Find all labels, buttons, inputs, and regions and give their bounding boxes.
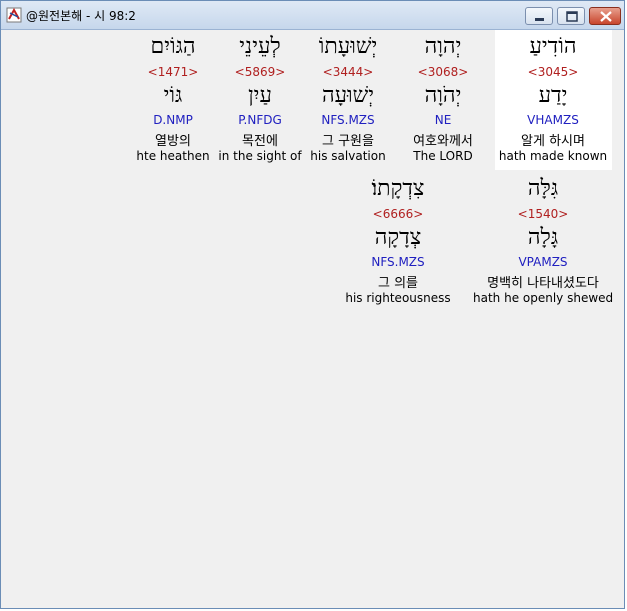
hebrew-word: צִדְקָתוֹ׃ bbox=[371, 176, 425, 201]
korean-gloss: 알게 하시며 bbox=[521, 134, 585, 149]
strong-number[interactable]: <6666> bbox=[342, 207, 454, 221]
hebrew-word: הוֹדִיעַ bbox=[529, 34, 577, 59]
english-gloss: hte heathen bbox=[136, 149, 210, 163]
english-gloss: hath made known bbox=[498, 149, 608, 163]
english-gloss: his righteousness bbox=[345, 291, 451, 305]
app-window: @원전본해 - 시 98:2 הוֹדִיעַ <3045> יָדַע VHA… bbox=[0, 0, 625, 609]
close-button[interactable] bbox=[589, 7, 621, 25]
english-gloss: hath he openly shewed bbox=[473, 291, 614, 305]
morphology-code[interactable]: VHAMZS bbox=[495, 113, 611, 127]
morphology-code[interactable]: VPAMZS bbox=[473, 255, 613, 269]
window-title: @원전본해 - 시 98:2 bbox=[26, 9, 136, 23]
morphology-code[interactable]: D.NMP bbox=[115, 113, 231, 127]
strong-number[interactable]: <3045> bbox=[495, 65, 611, 79]
hebrew-lemma: צְדָקָה bbox=[374, 225, 422, 250]
hebrew-word: הַגּוֹיִם bbox=[150, 34, 196, 59]
maximize-icon bbox=[566, 11, 578, 22]
hebrew-lemma: יָדַע bbox=[538, 83, 568, 108]
hebrew-word: גִּלָּה bbox=[527, 176, 559, 201]
minimize-icon bbox=[535, 18, 544, 21]
strong-number[interactable]: <1471> bbox=[115, 65, 231, 79]
hebrew-lemma: גָּלָה bbox=[527, 225, 559, 250]
strong-number[interactable]: <1540> bbox=[473, 207, 613, 221]
korean-gloss: 열방의 bbox=[155, 134, 191, 149]
app-logo-icon bbox=[6, 7, 22, 23]
morphology-code[interactable]: NFS.MZS bbox=[342, 255, 454, 269]
interlinear-view[interactable]: הוֹדִיעַ <3045> יָדַע VHAMZS 알게 하시며 hath… bbox=[7, 30, 620, 604]
title-bar[interactable]: @원전본해 - 시 98:2 bbox=[1, 1, 624, 30]
hebrew-lemma: גּוֹי bbox=[163, 83, 183, 108]
maximize-button[interactable] bbox=[557, 7, 585, 25]
korean-gloss: 명백히 나타내셨도다 bbox=[487, 276, 599, 291]
korean-gloss: 그 의를 bbox=[377, 276, 418, 291]
minimize-button[interactable] bbox=[525, 7, 553, 25]
close-icon bbox=[600, 11, 612, 22]
